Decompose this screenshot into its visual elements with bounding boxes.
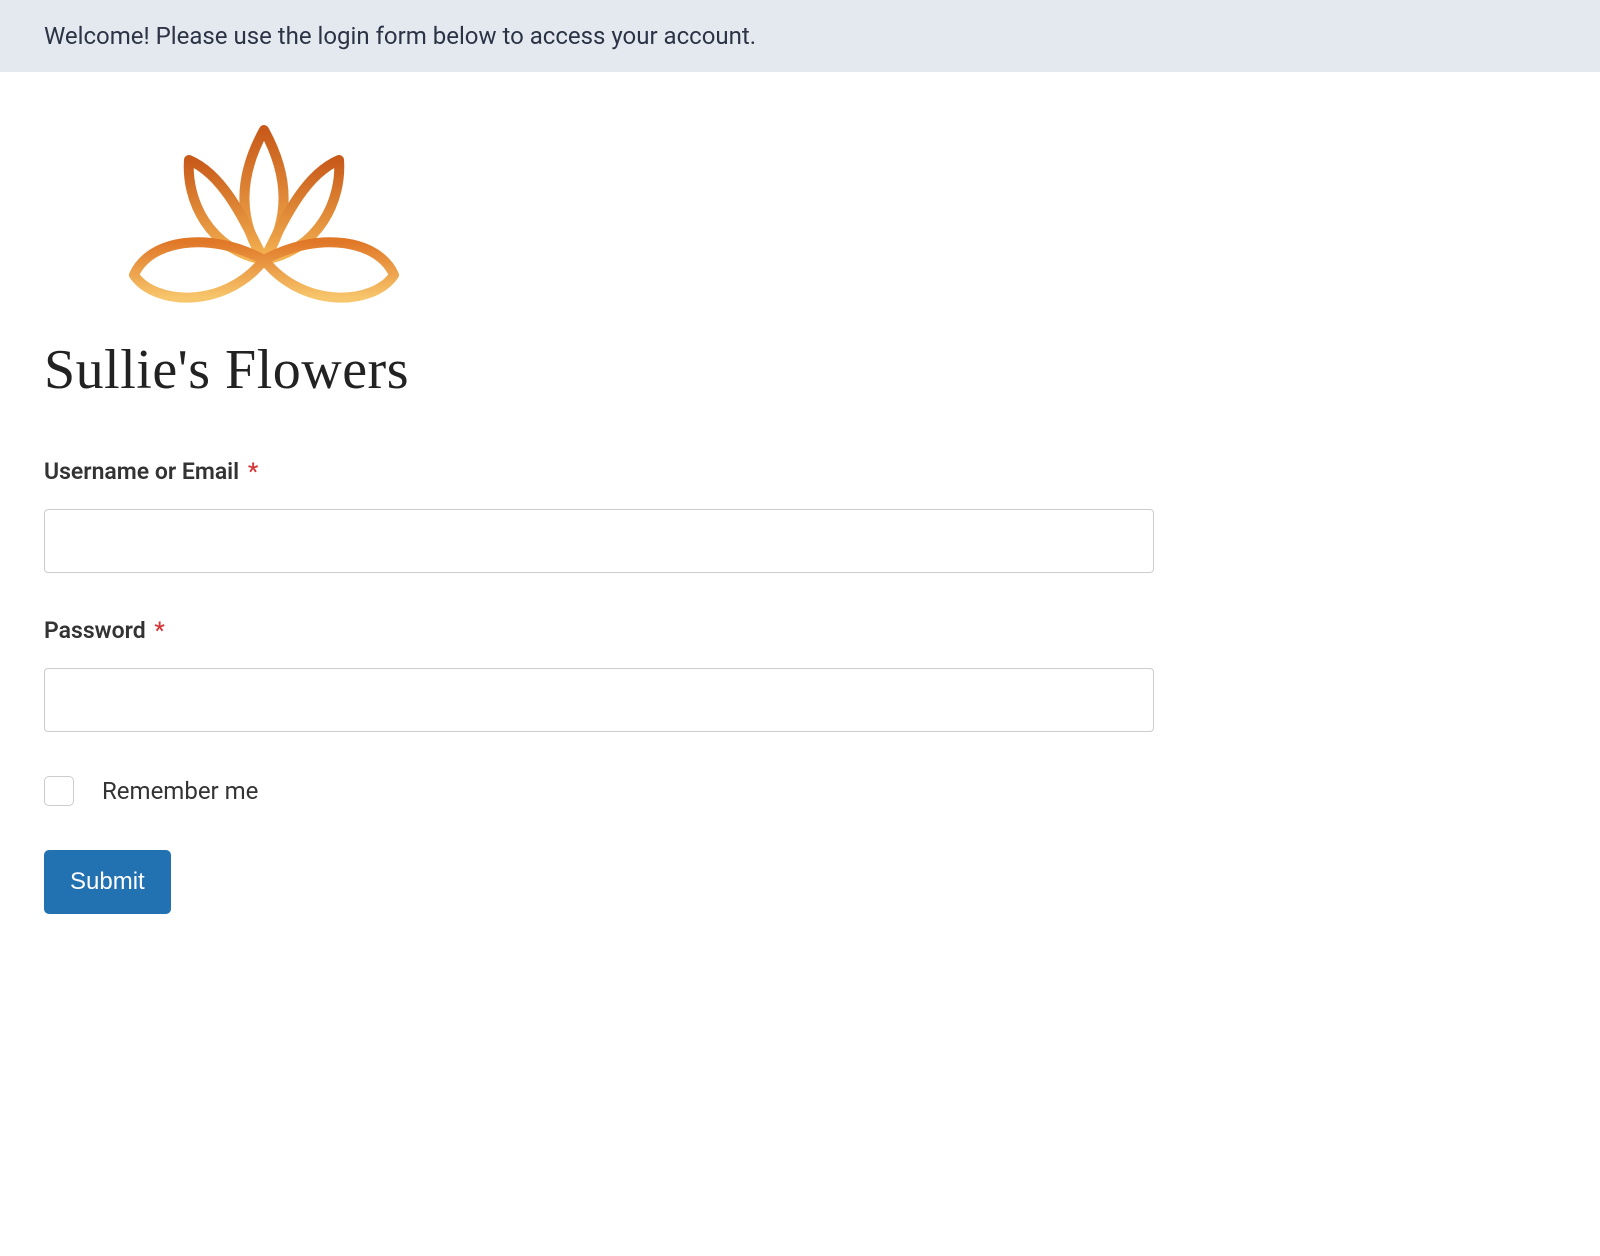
password-input[interactable] bbox=[44, 668, 1154, 732]
username-input[interactable] bbox=[44, 509, 1154, 573]
password-field-group: Password * bbox=[44, 617, 1556, 732]
welcome-banner: Welcome! Please use the login form below… bbox=[0, 0, 1600, 72]
password-label-text: Password bbox=[44, 617, 146, 644]
submit-button[interactable]: Submit bbox=[44, 850, 171, 914]
remember-me-group: Remember me bbox=[44, 776, 1556, 806]
login-form-container: Sullie's Flowers Username or Email * Pas… bbox=[0, 72, 1600, 974]
required-marker: * bbox=[154, 617, 164, 644]
required-marker: * bbox=[248, 458, 258, 485]
password-label: Password * bbox=[44, 617, 1556, 644]
lotus-icon bbox=[114, 120, 414, 320]
remember-me-checkbox[interactable] bbox=[44, 776, 74, 806]
username-field-group: Username or Email * bbox=[44, 458, 1556, 573]
remember-me-label[interactable]: Remember me bbox=[102, 777, 258, 805]
welcome-text: Welcome! Please use the login form below… bbox=[44, 22, 756, 50]
username-label-text: Username or Email bbox=[44, 458, 239, 485]
brand-name: Sullie's Flowers bbox=[44, 338, 1556, 402]
username-label: Username or Email * bbox=[44, 458, 1556, 485]
brand-logo bbox=[44, 120, 1556, 320]
